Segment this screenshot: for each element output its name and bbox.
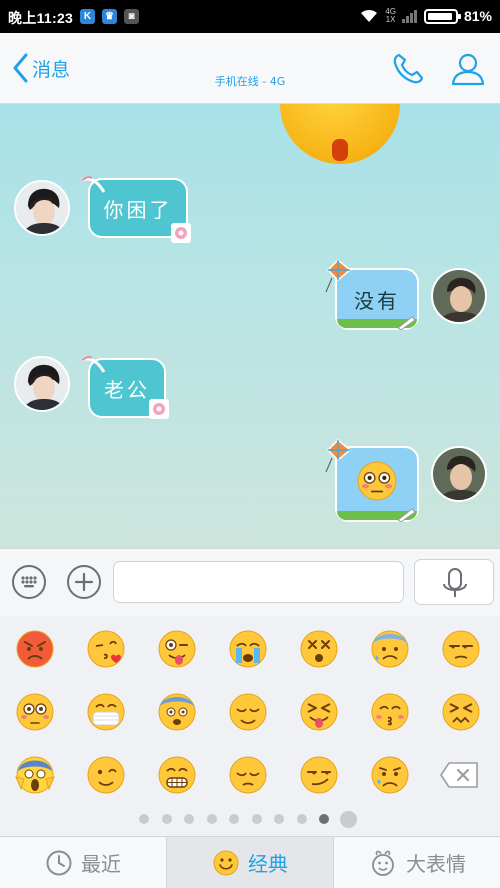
page-indicator bbox=[0, 811, 500, 828]
flushed-emoji[interactable] bbox=[16, 693, 54, 731]
chat-area[interactable]: 你困了 没有 老公 bbox=[0, 104, 500, 548]
disappointed-emoji[interactable] bbox=[371, 756, 409, 794]
tongue-wink-emoji[interactable] bbox=[158, 630, 196, 668]
kissing-emoji[interactable] bbox=[371, 693, 409, 731]
confounded-emoji[interactable] bbox=[442, 693, 480, 731]
bow-decoration-icon bbox=[81, 176, 106, 193]
network-bottom-label: 1X bbox=[385, 15, 396, 24]
chat-header: 消息 手机在线 - 4G bbox=[0, 33, 500, 104]
contact-avatar[interactable] bbox=[14, 180, 70, 236]
crown-app-icon: ♛ bbox=[102, 9, 117, 24]
large-emoji-sticker bbox=[280, 104, 400, 164]
tab-big-stickers[interactable]: 大表情 bbox=[334, 837, 500, 888]
squint-tongue-emoji[interactable] bbox=[300, 693, 338, 731]
page-dot[interactable] bbox=[229, 814, 239, 824]
clock-icon bbox=[46, 850, 72, 875]
game-app-icon: ◙ bbox=[124, 9, 139, 24]
tab-label: 大表情 bbox=[406, 852, 466, 876]
my-avatar[interactable] bbox=[431, 446, 487, 502]
my-avatar[interactable] bbox=[431, 268, 487, 324]
emoji-tab-bar: 最近 经典 大表情 bbox=[0, 836, 500, 888]
keyboard-icon bbox=[21, 576, 37, 588]
kite-decoration-icon bbox=[325, 438, 352, 473]
scream-emoji[interactable] bbox=[15, 756, 55, 794]
battery-percent: 81% bbox=[463, 8, 492, 24]
avatar-photo bbox=[433, 270, 485, 322]
page-dot[interactable] bbox=[139, 814, 149, 824]
input-bar bbox=[0, 548, 500, 616]
message-text: 没有 bbox=[354, 288, 400, 313]
tab-recent[interactable]: 最近 bbox=[0, 837, 166, 888]
page-dot[interactable] bbox=[319, 814, 329, 824]
wink-emoji[interactable] bbox=[87, 756, 125, 794]
cold-sweat-emoji[interactable] bbox=[371, 630, 409, 668]
pencil-decoration-icon bbox=[397, 508, 416, 522]
pensive-emoji[interactable] bbox=[229, 756, 267, 794]
signal-icon bbox=[401, 10, 417, 23]
emoji-panel bbox=[0, 616, 500, 836]
flower-stamp-icon bbox=[149, 399, 169, 419]
emoji-page-smiley-icon bbox=[340, 811, 357, 828]
k-app-icon: K bbox=[80, 9, 95, 24]
wifi-icon bbox=[361, 9, 378, 22]
call-button[interactable] bbox=[390, 51, 426, 87]
status-time: 晚上11:23 bbox=[8, 10, 74, 26]
avatar-photo bbox=[433, 448, 485, 500]
page-dot[interactable] bbox=[161, 814, 172, 824]
message-input[interactable] bbox=[113, 561, 404, 603]
dizzy-emoji[interactable] bbox=[300, 630, 338, 668]
message-text: 你困了 bbox=[103, 197, 173, 222]
flushed-emoji-icon bbox=[357, 461, 397, 501]
page-dot[interactable] bbox=[251, 814, 262, 824]
mascot-icon bbox=[372, 850, 394, 876]
smiley-icon bbox=[213, 850, 239, 875]
person-icon bbox=[451, 53, 485, 86]
phone-icon bbox=[393, 53, 424, 84]
avatar-photo bbox=[16, 182, 68, 234]
battery-icon bbox=[423, 8, 461, 24]
avatar-photo bbox=[16, 358, 68, 410]
message-text: 老公 bbox=[104, 377, 150, 402]
smirk-emoji[interactable] bbox=[300, 756, 338, 794]
tab-classic[interactable]: 经典 bbox=[166, 837, 334, 888]
page-dot[interactable] bbox=[206, 814, 217, 824]
voice-button[interactable] bbox=[414, 559, 494, 605]
flower-stamp-icon bbox=[171, 223, 191, 243]
unamused-emoji[interactable] bbox=[442, 630, 480, 668]
contact-avatar[interactable] bbox=[14, 356, 70, 412]
microphone-icon bbox=[443, 568, 467, 597]
tab-label: 经典 bbox=[248, 852, 288, 876]
pencil-decoration-icon bbox=[397, 316, 416, 330]
relieved-emoji[interactable] bbox=[229, 693, 267, 731]
angry-emoji[interactable] bbox=[16, 630, 54, 668]
kiss-heart-emoji[interactable] bbox=[87, 630, 125, 668]
crying-emoji[interactable] bbox=[229, 630, 267, 668]
grimace-emoji[interactable] bbox=[158, 756, 196, 794]
kite-decoration-icon bbox=[325, 258, 352, 293]
page-dot[interactable] bbox=[274, 814, 284, 824]
page-dot[interactable] bbox=[296, 814, 307, 824]
page-dot[interactable] bbox=[184, 814, 194, 824]
keyboard-toggle-button[interactable] bbox=[12, 565, 46, 599]
backspace-button[interactable] bbox=[440, 762, 478, 788]
profile-button[interactable] bbox=[450, 51, 486, 87]
status-bar: 晚上11:23 K ♛ ◙ 4G 1X 81% bbox=[0, 0, 500, 33]
network-type: 4G 1X bbox=[385, 8, 396, 24]
tab-label: 最近 bbox=[81, 852, 121, 876]
mask-emoji[interactable] bbox=[87, 693, 125, 731]
add-button[interactable] bbox=[67, 565, 101, 599]
emoji-grid bbox=[15, 630, 480, 794]
plus-icon bbox=[74, 572, 94, 592]
bow-decoration-icon bbox=[81, 356, 106, 373]
fearful-emoji[interactable] bbox=[158, 693, 196, 731]
